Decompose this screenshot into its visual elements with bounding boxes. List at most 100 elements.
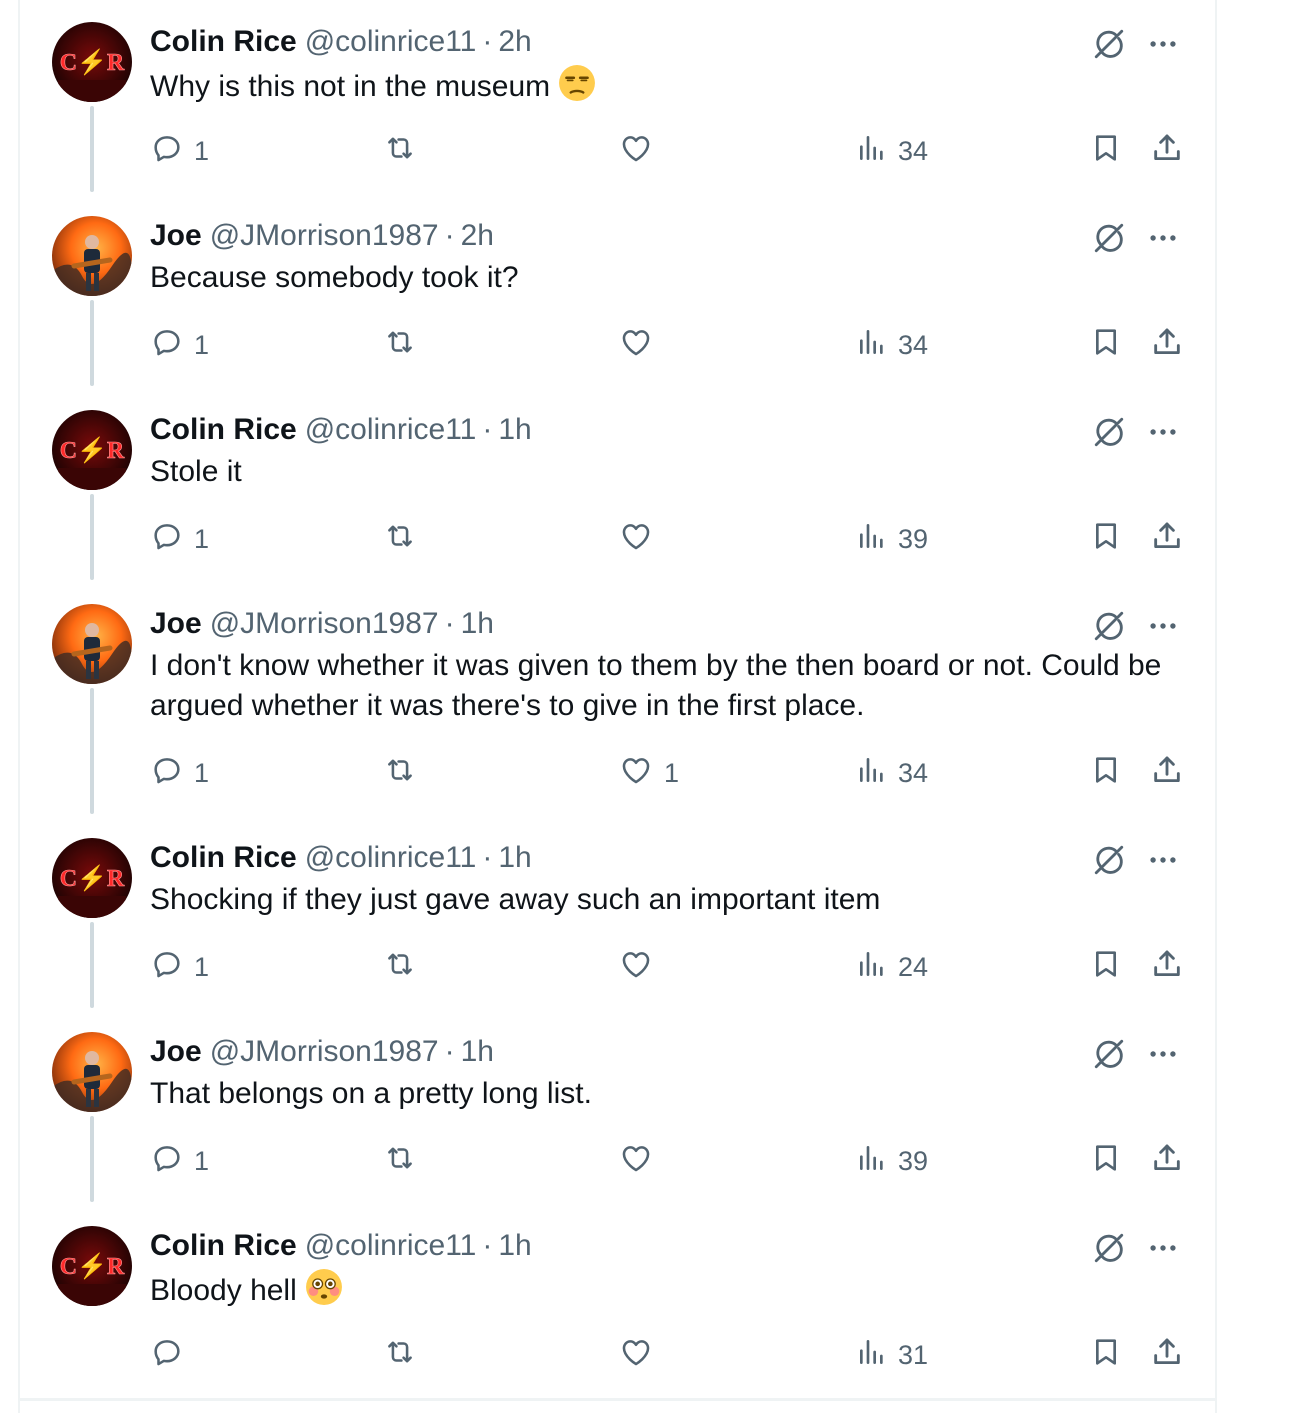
grok-icon[interactable] — [1091, 220, 1127, 256]
views-button[interactable]: 34 — [856, 131, 928, 171]
bookmark-icon — [1090, 1140, 1122, 1183]
more-options-icon[interactable] — [1145, 220, 1181, 256]
reply-button[interactable]: 1 — [150, 753, 209, 793]
like-button[interactable] — [618, 519, 664, 559]
timestamp[interactable]: 1h — [461, 607, 494, 641]
more-options-icon[interactable] — [1145, 26, 1181, 62]
views-button[interactable]: 39 — [856, 1141, 928, 1181]
share-button[interactable] — [1150, 131, 1184, 171]
bar-chart-icon — [856, 325, 888, 366]
tweet[interactable]: C⚡R Colin Rice @colinrice11 · 1h Stole it 1 39 — [20, 388, 1215, 582]
share-button[interactable] — [1150, 1141, 1184, 1181]
timestamp[interactable]: 1h — [498, 413, 531, 447]
avatar[interactable]: C⚡R — [52, 838, 132, 918]
views-button[interactable]: 31 — [856, 1335, 928, 1375]
share-button[interactable] — [1150, 1335, 1184, 1375]
like-button[interactable] — [618, 947, 664, 987]
tweet-top-actions — [1091, 26, 1181, 62]
bookmark-button[interactable] — [1090, 131, 1122, 171]
bookmark-button[interactable] — [1090, 753, 1122, 793]
bookmark-button[interactable] — [1090, 947, 1122, 987]
share-button[interactable] — [1150, 947, 1184, 987]
timestamp[interactable]: 1h — [498, 841, 531, 875]
view-count: 39 — [898, 523, 929, 554]
grok-icon[interactable] — [1091, 608, 1127, 644]
more-options-icon[interactable] — [1145, 414, 1181, 450]
avatar[interactable] — [52, 1032, 132, 1112]
display-name[interactable]: Colin Rice — [150, 841, 297, 875]
retweet-button[interactable] — [382, 1141, 428, 1181]
reply-button[interactable]: 1 — [150, 947, 209, 987]
tweet[interactable]: Joe @JMorrison1987 · 2h Because somebody too… — [20, 194, 1215, 388]
retweet-button[interactable] — [382, 753, 428, 793]
views-button[interactable]: 24 — [856, 947, 928, 987]
tweet-actions: 1 39 — [150, 1141, 1190, 1181]
more-options-icon[interactable] — [1145, 842, 1181, 878]
grok-icon[interactable] — [1091, 1036, 1127, 1072]
timestamp[interactable]: 1h — [498, 1229, 531, 1263]
more-options-icon[interactable] — [1145, 608, 1181, 644]
tweet-header: Joe @JMorrison1987 · 2h — [150, 216, 494, 256]
reply-button[interactable]: 1 — [150, 1141, 209, 1181]
share-button[interactable] — [1150, 325, 1184, 365]
reply-icon — [150, 131, 184, 172]
avatar[interactable] — [52, 216, 132, 296]
bookmark-button[interactable] — [1090, 1335, 1122, 1375]
like-button[interactable]: 1 — [618, 753, 679, 793]
retweet-button[interactable] — [382, 947, 428, 987]
display-name[interactable]: Joe — [150, 1035, 202, 1069]
grok-icon[interactable] — [1091, 26, 1127, 62]
display-name[interactable]: Colin Rice — [150, 25, 297, 59]
views-button[interactable]: 34 — [856, 753, 928, 793]
tweet[interactable]: C⚡R Colin Rice @colinrice11 · 2h Why is this … — [20, 0, 1215, 194]
like-button[interactable] — [618, 325, 664, 365]
reply-count: 1 — [194, 757, 210, 788]
tweet[interactable]: C⚡R Colin Rice @colinrice11 · 1h Shocking if … — [20, 816, 1215, 1010]
display-name[interactable]: Colin Rice — [150, 1229, 297, 1263]
bookmark-button[interactable] — [1090, 1141, 1122, 1181]
display-name[interactable]: Joe — [150, 607, 202, 641]
avatar[interactable] — [52, 604, 132, 684]
bookmark-button[interactable] — [1090, 325, 1122, 365]
display-name[interactable]: Joe — [150, 219, 202, 253]
share-button[interactable] — [1150, 753, 1184, 793]
share-button[interactable] — [1150, 519, 1184, 559]
tweet[interactable]: C⚡R Colin Rice @colinrice11 · 1h Bloody hell 3… — [20, 1204, 1215, 1398]
reply-button[interactable]: 1 — [150, 519, 209, 559]
like-button[interactable] — [618, 1141, 664, 1181]
avatar[interactable]: C⚡R — [52, 1226, 132, 1306]
display-name[interactable]: Colin Rice — [150, 413, 297, 447]
timestamp[interactable]: 2h — [498, 25, 531, 59]
tweet[interactable]: Joe @JMorrison1987 · 1h That belongs on a pr… — [20, 1010, 1215, 1204]
retweet-button[interactable] — [382, 131, 428, 171]
timestamp[interactable]: 2h — [461, 219, 494, 253]
bar-chart-icon — [856, 131, 888, 172]
bookmark-button[interactable] — [1090, 519, 1122, 559]
avatar[interactable]: C⚡R — [52, 410, 132, 490]
timestamp[interactable]: 1h — [461, 1035, 494, 1069]
tweet-actions: 1 34 — [150, 131, 1190, 171]
retweet-icon — [382, 325, 418, 366]
retweet-button[interactable] — [382, 325, 428, 365]
like-button[interactable] — [618, 131, 664, 171]
grok-icon[interactable] — [1091, 842, 1127, 878]
retweet-button[interactable] — [382, 519, 428, 559]
tweet[interactable]: Joe @JMorrison1987 · 1h I don't know whether… — [20, 582, 1215, 816]
retweet-button[interactable] — [382, 1335, 428, 1375]
avatar[interactable]: C⚡R — [52, 22, 132, 102]
more-options-icon[interactable] — [1145, 1230, 1181, 1266]
grok-icon[interactable] — [1091, 414, 1127, 450]
reply-count: 1 — [194, 951, 210, 982]
views-button[interactable]: 39 — [856, 519, 928, 559]
bookmark-icon — [1090, 324, 1122, 367]
reply-button[interactable]: 1 — [150, 325, 209, 365]
share-icon — [1150, 518, 1184, 561]
like-button[interactable] — [618, 1335, 664, 1375]
tweet-text: Stole it — [150, 452, 1180, 492]
reply-button[interactable] — [150, 1335, 194, 1375]
more-options-icon[interactable] — [1145, 1036, 1181, 1072]
views-button[interactable]: 34 — [856, 325, 928, 365]
reply-icon — [150, 1141, 184, 1182]
reply-button[interactable]: 1 — [150, 131, 209, 171]
grok-icon[interactable] — [1091, 1230, 1127, 1266]
